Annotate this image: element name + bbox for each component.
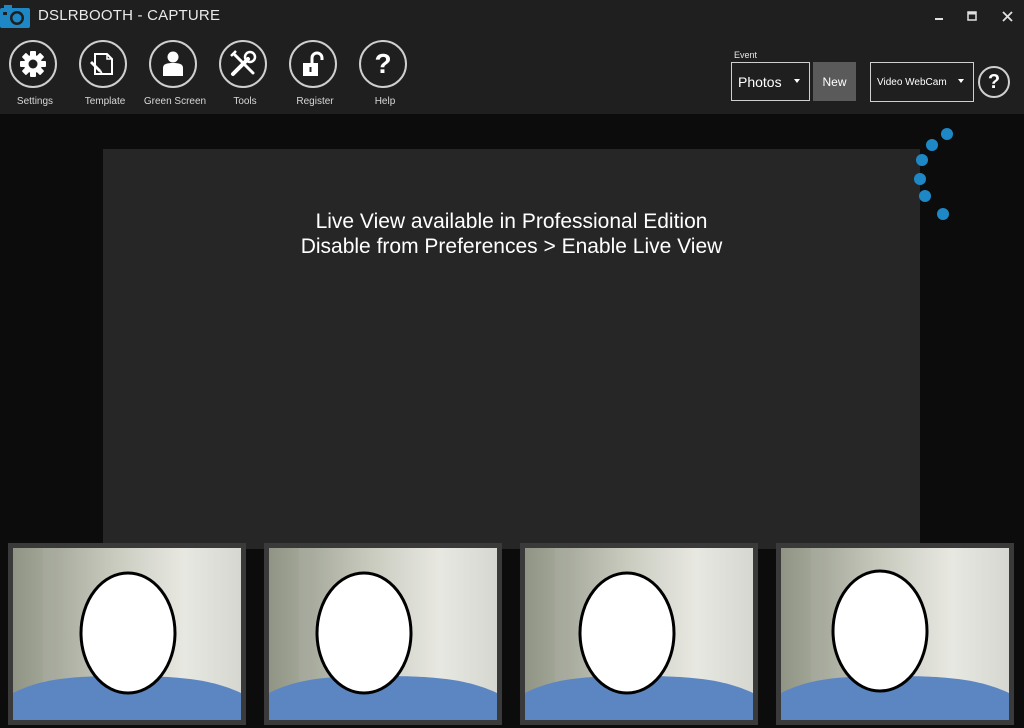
green-screen-button[interactable]: Green Screen [140, 38, 210, 114]
loading-spinner-icon [914, 128, 953, 220]
photo-thumbnail-2[interactable] [264, 543, 502, 725]
camera-logo-icon [0, 5, 30, 28]
settings-label: Settings [16, 96, 54, 107]
tools-label: Tools [233, 96, 257, 107]
template-edit-icon [90, 53, 113, 75]
camera-help-button[interactable]: ? [978, 66, 1010, 98]
tools-button[interactable]: Tools [210, 38, 280, 114]
question-icon: ? [987, 70, 1001, 93]
event-label: Event [734, 50, 758, 60]
live-view-message-line1: Live View available in Professional Edit… [315, 210, 708, 233]
photo-thumbnail-4[interactable] [776, 543, 1014, 725]
register-label: Register [296, 96, 334, 107]
person-icon [163, 51, 183, 76]
camera-select[interactable]: Video WebCam [870, 62, 974, 102]
chevron-down-icon [794, 79, 800, 83]
maximize-icon [967, 11, 977, 21]
settings-button[interactable]: Settings [0, 38, 70, 114]
template-button[interactable]: Template [70, 38, 140, 114]
question-icon: ? [374, 48, 392, 79]
help-button[interactable]: ? Help [350, 38, 420, 114]
gear-icon [20, 51, 46, 77]
close-button[interactable] [990, 0, 1024, 32]
tools-icon [230, 50, 257, 76]
event-selected-value: Photos [738, 73, 782, 90]
maximize-button[interactable] [955, 0, 989, 32]
live-view-message-line2: Disable from Preferences > Enable Live V… [300, 235, 723, 258]
photo-thumbnail-3[interactable] [520, 543, 758, 725]
chevron-down-icon [958, 79, 964, 83]
minimize-button[interactable] [922, 0, 956, 32]
register-button[interactable]: Register [280, 38, 350, 114]
webcam-photo-image [13, 548, 241, 720]
photo-thumbnail-1[interactable] [8, 543, 246, 725]
window-title: DSLRBOOTH - CAPTURE [38, 7, 221, 24]
minimize-icon [935, 18, 943, 20]
camera-selected-value: Video WebCam [877, 76, 947, 88]
live-view-panel: Live View available in Professional Edit… [103, 149, 920, 549]
webcam-photo-image [781, 548, 1009, 720]
title-bar: DSLRBOOTH - CAPTURE [0, 0, 1024, 32]
unlock-icon [303, 51, 324, 76]
help-label: Help [374, 96, 396, 107]
new-event-button[interactable]: New [813, 62, 856, 101]
green-screen-label: Green Screen [143, 96, 207, 107]
template-label: Template [84, 96, 126, 107]
event-select[interactable]: Photos [731, 62, 810, 101]
webcam-photo-image [525, 548, 753, 720]
webcam-photo-image [269, 548, 497, 720]
close-icon [1001, 10, 1013, 22]
